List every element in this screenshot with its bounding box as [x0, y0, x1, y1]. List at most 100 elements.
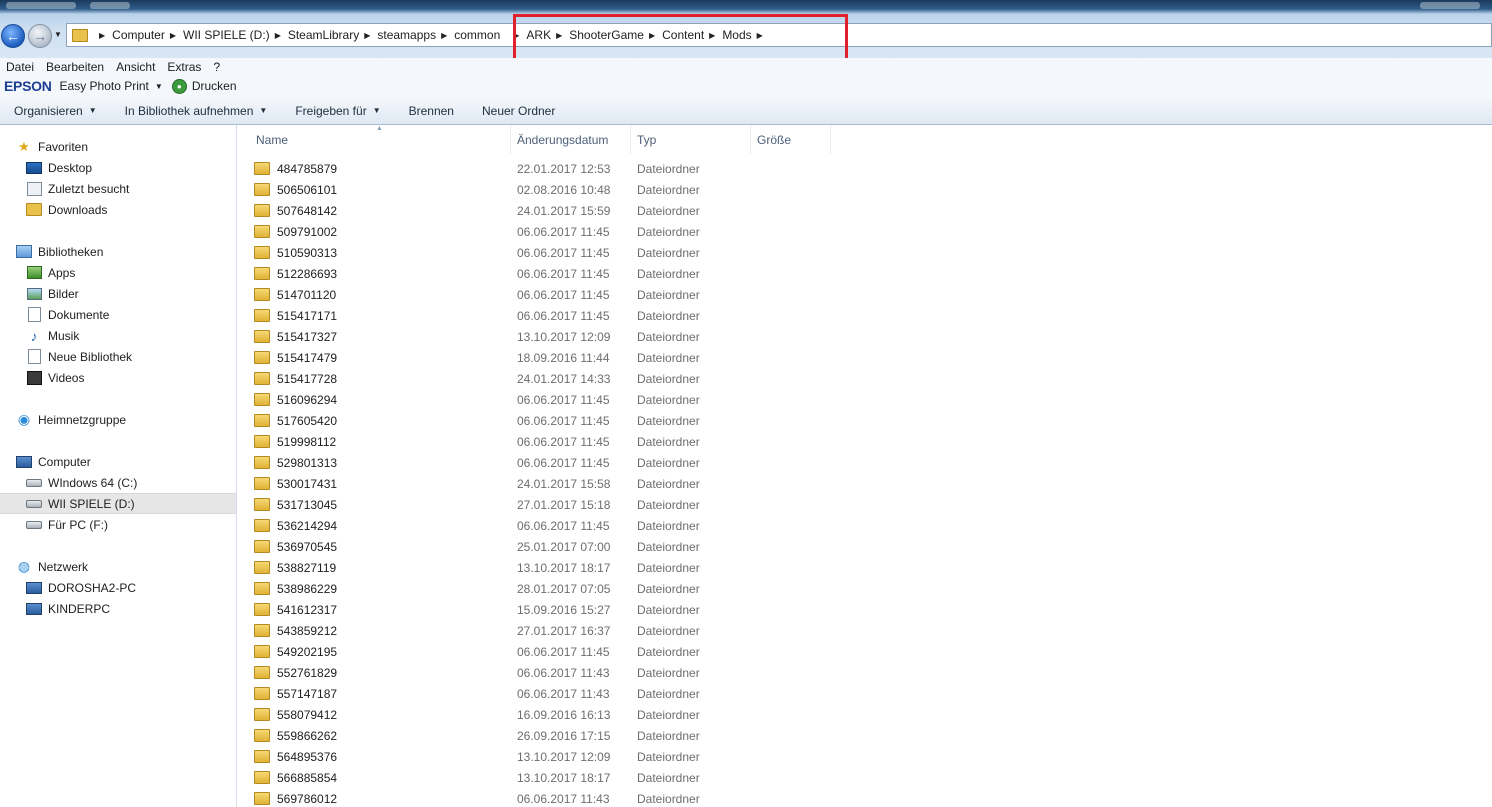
- print-button[interactable]: Drucken: [192, 79, 237, 93]
- file-row[interactable]: 519998112 06.06.2017 11:45 Dateiordner: [254, 431, 1054, 452]
- file-row[interactable]: 516096294 06.06.2017 11:45 Dateiordner: [254, 389, 1054, 410]
- nav-music[interactable]: ♪ Musik: [0, 325, 262, 346]
- printer-icon[interactable]: ●: [171, 78, 187, 94]
- file-name: 569786012: [277, 791, 338, 806]
- menu-view[interactable]: Ansicht: [110, 60, 161, 74]
- breadcrumb-item[interactable]: ▶ ARK: [508, 28, 551, 42]
- address-bar[interactable]: ▶ Computer ▶ WII SPIELE (D:) ▶ SteamLibrary ▶ s…: [66, 23, 1492, 47]
- file-row[interactable]: 512286693 06.06.2017 11:45 Dateiordner: [254, 263, 1054, 284]
- file-type: Dateiordner: [637, 728, 700, 743]
- nav-drive-d[interactable]: WII SPIELE (D:): [0, 493, 236, 514]
- file-date: 27.01.2017 15:18: [517, 497, 611, 512]
- column-header-type[interactable]: Typ: [631, 125, 751, 154]
- file-row[interactable]: 515417728 24.01.2017 14:33 Dateiordner: [254, 368, 1054, 389]
- file-row[interactable]: 515417479 18.09.2016 11:44 Dateiordner: [254, 347, 1054, 368]
- chevron-down-icon[interactable]: ▼: [155, 82, 163, 91]
- breadcrumb-item[interactable]: ▶ SteamLibrary: [270, 28, 360, 42]
- breadcrumb-separator-icon[interactable]: ▶: [649, 31, 655, 40]
- nav-libraries[interactable]: Bibliotheken: [0, 241, 252, 262]
- nav-network[interactable]: ◍ Netzwerk: [0, 556, 252, 577]
- breadcrumb-separator-icon[interactable]: ▶: [556, 31, 562, 40]
- nav-homegroup[interactable]: ◉ Heimnetzgruppe: [0, 409, 252, 430]
- back-button[interactable]: ←: [1, 24, 25, 48]
- file-row[interactable]: 543859212 27.01.2017 16:37 Dateiordner: [254, 620, 1054, 641]
- menu-edit[interactable]: Bearbeiten: [40, 60, 110, 74]
- nav-label: Computer: [38, 454, 91, 469]
- easy-photo-print-button[interactable]: Easy Photo Print: [60, 79, 149, 93]
- column-header-date[interactable]: Änderungsdatum: [511, 125, 631, 154]
- menu-help[interactable]: ?: [207, 60, 226, 74]
- nav-computer[interactable]: Computer: [0, 451, 252, 472]
- nav-favorites[interactable]: ★ Favoriten: [0, 136, 252, 157]
- breadcrumb-item[interactable]: ▶ ShooterGame: [551, 28, 644, 42]
- recent-pages-dropdown[interactable]: ▼: [54, 30, 62, 39]
- file-row[interactable]: 530017431 24.01.2017 15:58 Dateiordner: [254, 473, 1054, 494]
- nav-apps[interactable]: Apps: [0, 262, 262, 283]
- file-row[interactable]: 507648142 24.01.2017 15:59 Dateiordner: [254, 200, 1054, 221]
- breadcrumb-separator-icon[interactable]: ▶: [170, 31, 176, 40]
- file-row[interactable]: 509791002 06.06.2017 11:45 Dateiordner: [254, 221, 1054, 242]
- nav-new-library[interactable]: Neue Bibliothek: [0, 346, 262, 367]
- nav-network-pc-1[interactable]: DOROSHA2-PC: [0, 577, 262, 598]
- file-name: 557147187: [277, 686, 338, 701]
- breadcrumb-item[interactable]: ▶ Content: [644, 28, 704, 42]
- forward-button[interactable]: →: [28, 24, 52, 48]
- nav-documents[interactable]: Dokumente: [0, 304, 262, 325]
- file-name: 509791002: [277, 224, 338, 239]
- menu-file[interactable]: Datei: [0, 60, 40, 74]
- file-row[interactable]: 514701120 06.06.2017 11:45 Dateiordner: [254, 284, 1054, 305]
- file-row[interactable]: 557147187 06.06.2017 11:43 Dateiordner: [254, 683, 1054, 704]
- file-row[interactable]: 538986229 28.01.2017 07:05 Dateiordner: [254, 578, 1054, 599]
- burn-button[interactable]: Brennen: [395, 104, 468, 118]
- breadcrumb-item[interactable]: ▶ steamapps: [359, 28, 436, 42]
- file-row[interactable]: 515417327 13.10.2017 12:09 Dateiordner: [254, 326, 1054, 347]
- file-row[interactable]: 549202195 06.06.2017 11:45 Dateiordner: [254, 641, 1054, 662]
- nav-drive-c[interactable]: WIndows 64 (C:): [0, 472, 262, 493]
- file-row[interactable]: 529801313 06.06.2017 11:45 Dateiordner: [254, 452, 1054, 473]
- file-row[interactable]: 538827119 13.10.2017 18:17 Dateiordner: [254, 557, 1054, 578]
- share-button[interactable]: Freigeben für ▼: [281, 104, 394, 118]
- new-folder-button[interactable]: Neuer Ordner: [468, 104, 569, 118]
- file-row[interactable]: 558079412 16.09.2016 16:13 Dateiordner: [254, 704, 1054, 725]
- file-row[interactable]: 510590313 06.06.2017 11:45 Dateiordner: [254, 242, 1054, 263]
- breadcrumb-separator-icon[interactable]: ▶: [441, 31, 447, 40]
- nav-desktop[interactable]: Desktop: [0, 157, 262, 178]
- column-header-name[interactable]: Name: [250, 125, 511, 154]
- nav-network-pc-2[interactable]: KINDERPC: [0, 598, 262, 619]
- folder-icon: [254, 162, 270, 175]
- file-row[interactable]: 536970545 25.01.2017 07:00 Dateiordner: [254, 536, 1054, 557]
- file-type: Dateiordner: [637, 350, 700, 365]
- file-row[interactable]: 559866262 26.09.2016 17:15 Dateiordner: [254, 725, 1054, 746]
- breadcrumb-separator-icon[interactable]: ▶: [275, 31, 281, 40]
- breadcrumb-item[interactable]: ▶ common: [436, 28, 500, 42]
- file-row[interactable]: 569786012 06.06.2017 11:43 Dateiordner: [254, 788, 1054, 807]
- file-row[interactable]: 484785879 22.01.2017 12:53 Dateiordner: [254, 158, 1054, 179]
- file-row[interactable]: 531713045 27.01.2017 15:18 Dateiordner: [254, 494, 1054, 515]
- breadcrumb-separator-icon[interactable]: ▶: [513, 31, 519, 40]
- add-to-library-button[interactable]: In Bibliothek aufnehmen ▼: [111, 104, 282, 118]
- file-row[interactable]: 506506101 02.08.2016 10:48 Dateiordner: [254, 179, 1054, 200]
- column-header-size[interactable]: Größe: [751, 125, 831, 154]
- nav-recent[interactable]: Zuletzt besucht: [0, 178, 262, 199]
- breadcrumb-separator-icon[interactable]: ▶: [364, 31, 370, 40]
- breadcrumb-item[interactable]: ▶ WII SPIELE (D:): [165, 28, 270, 42]
- file-row[interactable]: 536214294 06.06.2017 11:45 Dateiordner: [254, 515, 1054, 536]
- menu-tools[interactable]: Extras: [161, 60, 207, 74]
- nav-drive-f[interactable]: Für PC (F:): [0, 514, 262, 535]
- nav-downloads[interactable]: Downloads: [0, 199, 262, 220]
- nav-pictures[interactable]: Bilder: [0, 283, 262, 304]
- nav-videos[interactable]: Videos: [0, 367, 262, 388]
- breadcrumb-separator-icon[interactable]: ▶: [99, 31, 105, 40]
- file-row[interactable]: 517605420 06.06.2017 11:45 Dateiordner: [254, 410, 1054, 431]
- breadcrumb-separator-icon[interactable]: ▶: [709, 31, 715, 40]
- breadcrumb-item[interactable]: ▶ Mods: [704, 28, 752, 42]
- file-date: 06.06.2017 11:45: [517, 308, 610, 323]
- breadcrumb-item[interactable]: ▶ Computer: [94, 28, 165, 42]
- file-row[interactable]: 541612317 15.09.2016 15:27 Dateiordner: [254, 599, 1054, 620]
- file-row[interactable]: 552761829 06.06.2017 11:43 Dateiordner: [254, 662, 1054, 683]
- file-row[interactable]: 566885854 13.10.2017 18:17 Dateiordner: [254, 767, 1054, 788]
- breadcrumb-separator-icon[interactable]: ▶: [757, 31, 763, 40]
- file-row[interactable]: 564895376 13.10.2017 12:09 Dateiordner: [254, 746, 1054, 767]
- organize-button[interactable]: Organisieren ▼: [0, 104, 111, 118]
- file-row[interactable]: 515417171 06.06.2017 11:45 Dateiordner: [254, 305, 1054, 326]
